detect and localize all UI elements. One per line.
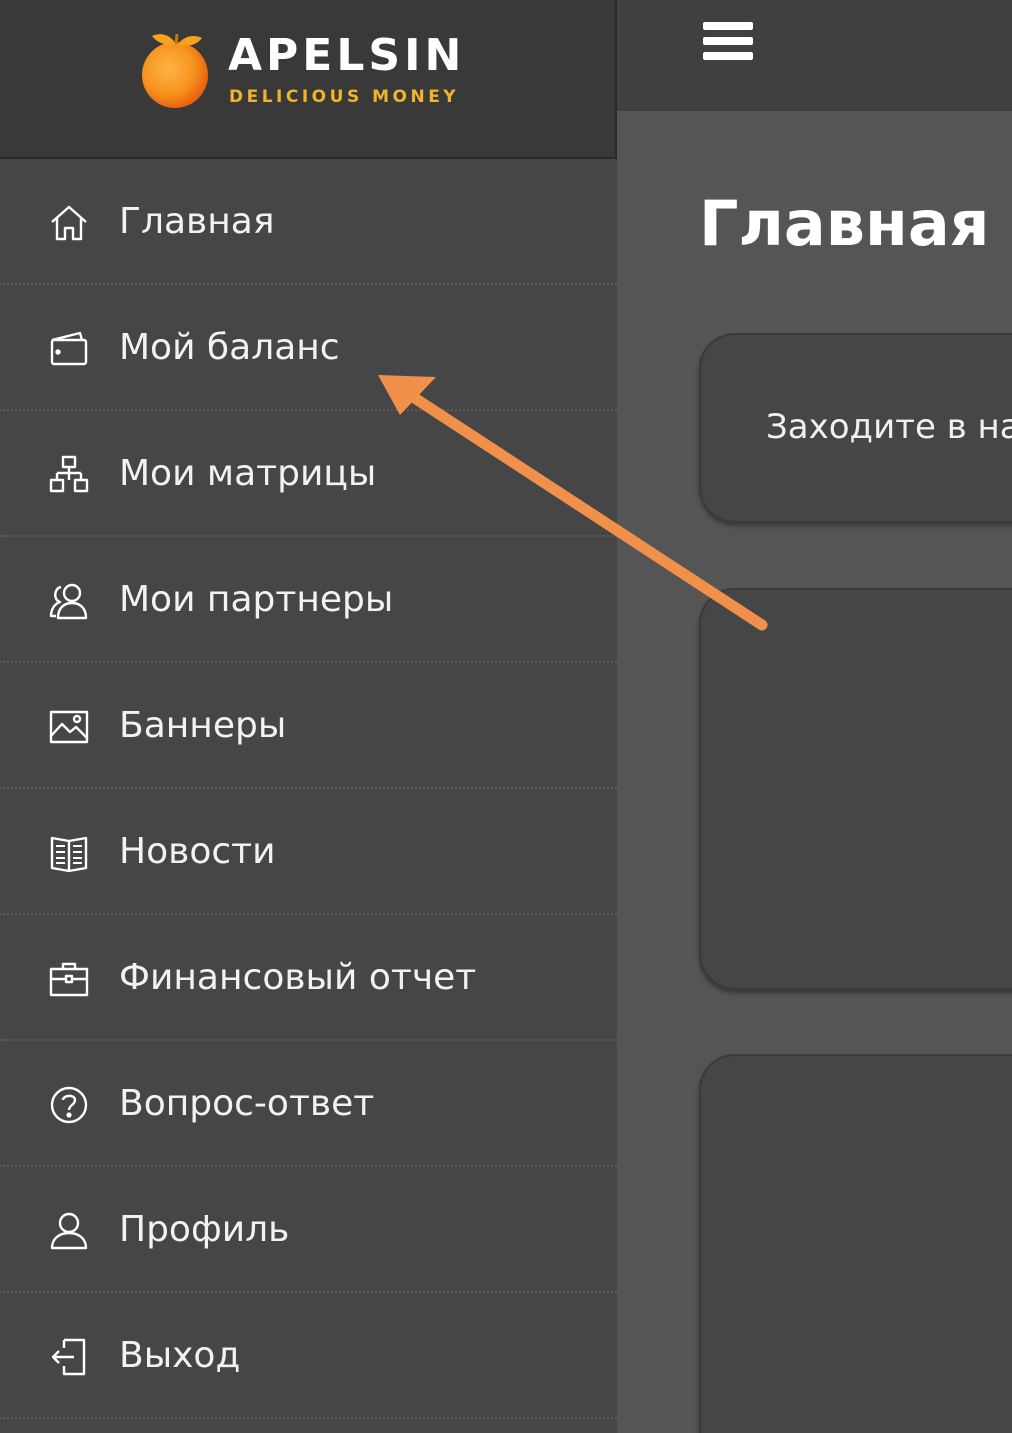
sidebar-item-label: Главная xyxy=(119,201,275,242)
image-icon xyxy=(48,706,90,748)
logo[interactable]: APELSIN DELICIOUS MONEY xyxy=(0,0,617,159)
orange-logo-icon xyxy=(142,33,208,108)
sidebar-item-banners[interactable]: Баннеры xyxy=(0,663,617,789)
brand-name: APELSIN xyxy=(228,30,466,81)
sidebar-item-finance-report[interactable]: Финансовый отчет xyxy=(0,915,617,1041)
page-title: Главная xyxy=(699,187,990,260)
sidebar: APELSIN DELICIOUS MONEY Главная Мой бала… xyxy=(0,0,617,1433)
hamburger-icon[interactable] xyxy=(703,22,753,66)
content-card xyxy=(699,588,1012,990)
sidebar-item-home[interactable]: Главная xyxy=(0,159,617,285)
book-icon xyxy=(48,832,90,874)
top-bar xyxy=(617,0,1012,111)
sidebar-item-label: Баннеры xyxy=(119,705,287,746)
sidebar-item-partners[interactable]: Мои партнеры xyxy=(0,537,617,663)
sidebar-item-faq[interactable]: Вопрос-ответ xyxy=(0,1041,617,1167)
sidebar-item-label: Выход xyxy=(119,1335,241,1376)
sidebar-item-profile[interactable]: Профиль xyxy=(0,1167,617,1293)
sidebar-item-news[interactable]: Новости xyxy=(0,789,617,915)
info-card: Заходите в на xyxy=(699,333,1012,523)
sidebar-item-balance[interactable]: Мой баланс xyxy=(0,285,617,411)
sidebar-item-logout[interactable]: Выход xyxy=(0,1293,617,1419)
sidebar-item-label: Финансовый отчет xyxy=(119,957,477,998)
partners-icon xyxy=(48,580,90,622)
card-text: Заходите в на xyxy=(766,407,1012,447)
sidebar-menu: Главная Мой баланс Мои матрицы Мои партн… xyxy=(0,159,617,1419)
briefcase-icon xyxy=(48,958,90,1000)
sidebar-item-matrices[interactable]: Мои матрицы xyxy=(0,411,617,537)
page: APELSIN DELICIOUS MONEY Главная Мой бала… xyxy=(0,0,1012,1433)
sidebar-item-label: Мои партнеры xyxy=(119,579,394,620)
user-icon xyxy=(48,1210,90,1252)
sidebar-item-label: Вопрос-ответ xyxy=(119,1083,375,1124)
sidebar-item-label: Мои матрицы xyxy=(119,453,377,494)
home-icon xyxy=(48,202,90,244)
sidebar-item-label: Мой баланс xyxy=(119,327,340,368)
sidebar-item-label: Новости xyxy=(119,831,276,872)
wallet-icon xyxy=(48,328,90,370)
structure-icon xyxy=(48,454,90,496)
content-card xyxy=(699,1054,1012,1433)
question-icon xyxy=(48,1084,90,1126)
sidebar-item-label: Профиль xyxy=(119,1209,290,1250)
brand-tagline: DELICIOUS MONEY xyxy=(229,87,460,107)
logout-icon xyxy=(48,1336,90,1378)
